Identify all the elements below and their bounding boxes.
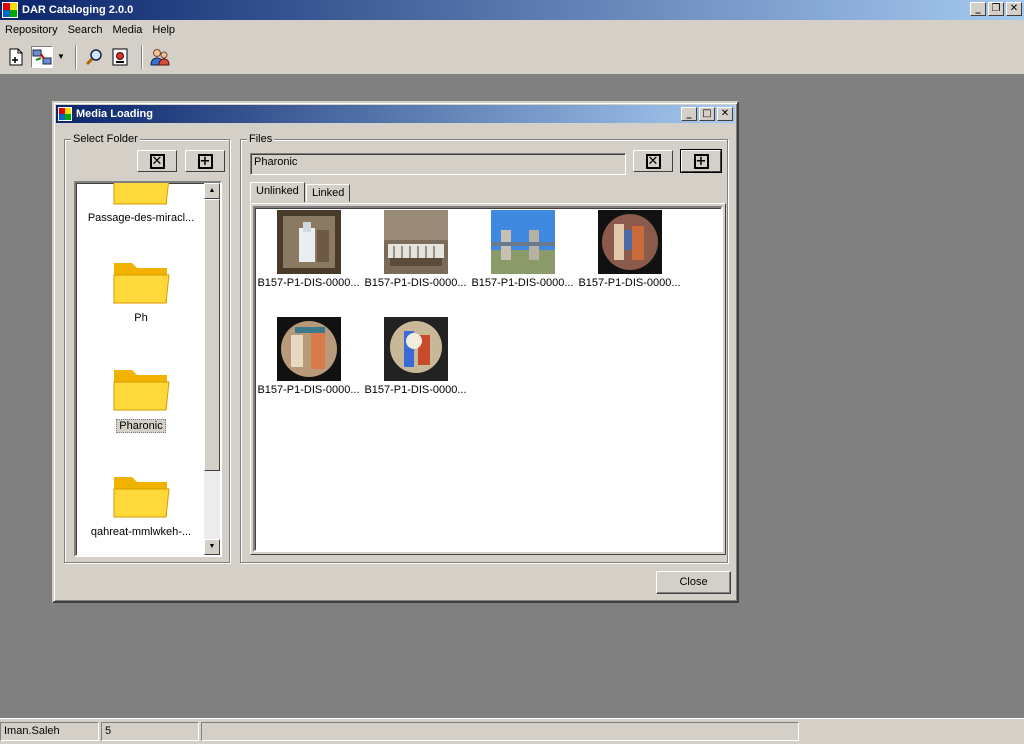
users-icon[interactable]	[149, 46, 171, 68]
thumbnail-image	[276, 210, 341, 274]
folder-label: qahreat-mmlwkeh-...	[90, 526, 192, 538]
folder-icon	[113, 183, 170, 205]
link-media-icon[interactable]	[31, 45, 53, 68]
toolbar: ▼	[0, 39, 1024, 75]
dialog-titlebar[interactable]: Media Loading _ □ ✕	[56, 105, 735, 123]
status-user: Iman.Saleh	[0, 722, 99, 741]
folder-label: Ph	[134, 312, 148, 324]
menu-media[interactable]: Media	[107, 24, 147, 36]
app-logo-icon	[2, 2, 18, 18]
dialog-window-controls: _ □ ✕	[681, 107, 733, 121]
folder-scrollbar[interactable]: ▲ ▼	[204, 183, 220, 555]
thumbnail-grid[interactable]: B157-P1-DIS-0000... B157-P1-DIS-0000... …	[253, 206, 723, 552]
clear-files-button[interactable]: ✕	[633, 150, 673, 172]
thumbnail-caption: B157-P1-DIS-0000...	[257, 277, 360, 289]
thumbnail-caption: B157-P1-DIS-0000...	[471, 277, 574, 289]
thumbnail-item[interactable]: B157-P1-DIS-0000...	[255, 317, 362, 396]
add-files-button[interactable]: +	[680, 149, 722, 173]
dialog-minimize-button[interactable]: _	[681, 107, 697, 121]
thumbnail-image	[490, 210, 555, 274]
thumbnail-item[interactable]: B157-P1-DIS-0000...	[362, 317, 469, 396]
menu-help[interactable]: Help	[147, 24, 180, 36]
scroll-up-button[interactable]: ▲	[204, 183, 220, 199]
app-titlebar[interactable]: DAR Cataloging 2.0.0 _ ❐ ✕	[0, 0, 1024, 20]
toolbar-separator	[74, 44, 77, 69]
select-folder-group: Select Folder ✕ + Passage-des-miracl... …	[64, 133, 230, 563]
add-icon: +	[693, 153, 709, 169]
folder-label: Passage-des-miracl...	[87, 212, 195, 224]
folder-item[interactable]: qahreat-mmlwkeh-...	[76, 473, 206, 538]
window-controls: _ ❐ ✕	[970, 2, 1022, 16]
tab-linked[interactable]: Linked	[306, 184, 351, 202]
restore-button[interactable]: ❐	[988, 2, 1004, 16]
dialog-maximize-button[interactable]: □	[699, 107, 715, 121]
close-window-button[interactable]: ✕	[1006, 2, 1022, 16]
scroll-thumb[interactable]	[204, 199, 220, 471]
folder-item[interactable]: Ph	[76, 259, 206, 324]
select-folder-label: Select Folder	[71, 133, 140, 145]
folder-icon	[113, 477, 170, 518]
scroll-down-button[interactable]: ▼	[204, 539, 220, 555]
thumbnail-caption: B157-P1-DIS-0000...	[578, 277, 681, 289]
media-loading-dialog: Media Loading _ □ ✕ Select Folder ✕ + Pa…	[52, 101, 739, 603]
thumbnail-item[interactable]: B157-P1-DIS-0000...	[469, 210, 576, 289]
thumbnail-item[interactable]: B157-P1-DIS-0000...	[576, 210, 683, 289]
thumbnail-image	[383, 317, 448, 381]
unlinked-panel: B157-P1-DIS-0000... B157-P1-DIS-0000... …	[250, 203, 726, 555]
files-group: Files Pharonic ✕ + Unlinked Linked B157-…	[240, 133, 728, 563]
add-icon: +	[197, 153, 213, 169]
menu-repository[interactable]: Repository	[0, 24, 63, 36]
dialog-logo-icon	[58, 107, 72, 121]
chevron-down-icon[interactable]: ▼	[57, 52, 65, 61]
menu-search[interactable]: Search	[63, 24, 108, 36]
thumbnail-caption: B157-P1-DIS-0000...	[257, 384, 360, 396]
folder-path-field[interactable]: Pharonic	[250, 153, 626, 175]
folder-item[interactable]: Pharonic	[76, 366, 206, 433]
thumbnail-item[interactable]: B157-P1-DIS-0000...	[255, 210, 362, 289]
dialog-title: Media Loading	[76, 108, 153, 120]
app-title: DAR Cataloging 2.0.0	[22, 4, 134, 16]
thumbnail-image	[276, 317, 341, 381]
remove-icon: ✕	[645, 153, 661, 169]
status-count: 5	[101, 722, 199, 741]
dialog-close-button[interactable]: ✕	[717, 107, 733, 121]
remove-icon: ✕	[149, 153, 165, 169]
menubar: Repository Search Media Help	[0, 20, 1024, 39]
thumbnail-caption: B157-P1-DIS-0000...	[364, 277, 467, 289]
tab-unlinked[interactable]: Unlinked	[250, 182, 305, 202]
files-label: Files	[247, 133, 275, 145]
folder-icon	[113, 370, 170, 411]
thumbnail-image	[597, 210, 662, 274]
close-button[interactable]: Close	[656, 571, 731, 594]
statusbar: Iman.Saleh 5	[0, 718, 1024, 744]
folder-label-selected: Pharonic	[116, 419, 166, 433]
toolbar-separator	[140, 44, 143, 69]
remove-folder-button[interactable]: ✕	[137, 150, 177, 172]
new-document-icon[interactable]	[5, 46, 27, 68]
certificate-icon[interactable]	[109, 46, 131, 68]
folder-item[interactable]: Passage-des-miracl...	[76, 183, 206, 224]
thumbnail-image	[383, 210, 448, 274]
thumbnail-item[interactable]: B157-P1-DIS-0000...	[362, 210, 469, 289]
folder-icon	[113, 263, 170, 304]
add-folder-button[interactable]: +	[185, 150, 225, 172]
thumbnail-caption: B157-P1-DIS-0000...	[364, 384, 467, 396]
status-message	[201, 722, 799, 741]
search-icon[interactable]	[83, 46, 105, 68]
minimize-button[interactable]: _	[970, 2, 986, 16]
folder-list[interactable]: Passage-des-miracl... Ph Pharonic qahrea…	[74, 181, 222, 557]
